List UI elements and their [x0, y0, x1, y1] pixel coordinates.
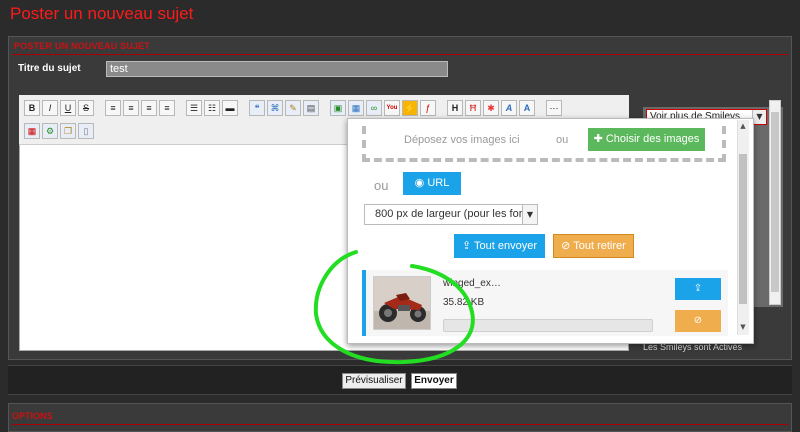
- choose-images-label: Choisir des images: [605, 133, 700, 145]
- preview-button[interactable]: Prévisualiser: [342, 373, 406, 389]
- options-panel: [8, 403, 792, 432]
- image-icon[interactable]: ▣: [330, 100, 346, 116]
- subject-label: Titre du sujet: [18, 63, 81, 74]
- remove-all-label: Tout retirer: [573, 240, 626, 252]
- dropzone-text: Déposez vos images ici: [404, 134, 520, 146]
- ban-icon: ⊘: [561, 240, 574, 252]
- section-divider: [12, 54, 788, 55]
- url-button[interactable]: ◉ URL: [403, 172, 461, 195]
- numbered-list-icon[interactable]: ☷: [204, 100, 220, 116]
- page-title: Poster un nouveau sujet: [10, 4, 194, 23]
- copy-paste-icon[interactable]: ❐: [60, 123, 76, 139]
- link-icon[interactable]: ∞: [366, 100, 382, 116]
- options-divider: [12, 424, 788, 425]
- table-icon[interactable]: Ħ: [465, 100, 481, 116]
- code-icon[interactable]: ⌘: [267, 100, 283, 116]
- gadgets-icon[interactable]: ⚙: [42, 123, 58, 139]
- send-button[interactable]: Envoyer: [411, 373, 457, 389]
- strike-button[interactable]: S: [78, 100, 94, 116]
- ban-icon: ⊘: [693, 315, 703, 326]
- font-icon[interactable]: A: [501, 100, 517, 116]
- chevron-up-icon[interactable]: ▲: [737, 122, 749, 132]
- heading-button[interactable]: H: [447, 100, 463, 116]
- new-doc-icon[interactable]: ▯: [78, 123, 94, 139]
- align-left-icon[interactable]: ≡: [105, 100, 121, 116]
- options-heading: OPTIONS: [12, 411, 53, 421]
- spoiler-icon[interactable]: ✎: [285, 100, 301, 116]
- more-icon[interactable]: ⋯: [546, 100, 562, 116]
- justify-icon[interactable]: ≡: [159, 100, 175, 116]
- chevron-down-icon[interactable]: ▼: [522, 205, 537, 224]
- hide-icon[interactable]: ▤: [303, 100, 319, 116]
- url-label: URL: [427, 177, 450, 189]
- quote-icon[interactable]: ❝: [249, 100, 265, 116]
- globe-icon: ◉: [414, 177, 428, 189]
- host-image-icon[interactable]: ▦: [348, 100, 364, 116]
- upload-file-button[interactable]: ⇪: [675, 278, 721, 300]
- popup-scroll-thumb[interactable]: [739, 154, 747, 304]
- italic-button[interactable]: I: [42, 100, 58, 116]
- dropzone-or: ou: [556, 134, 569, 146]
- subject-input[interactable]: test: [106, 61, 448, 77]
- section-heading: POSTER UN NOUVEAU SUJET: [14, 41, 151, 51]
- font-size-icon[interactable]: A: [519, 100, 535, 116]
- color-icon[interactable]: ✱: [483, 100, 499, 116]
- green-circle-annotation: [313, 250, 475, 365]
- flash-icon[interactable]: ⚡: [402, 100, 418, 116]
- date-icon[interactable]: ▦: [24, 123, 40, 139]
- bold-button[interactable]: B: [24, 100, 40, 116]
- align-center-icon[interactable]: ≡: [123, 100, 139, 116]
- chevron-down-icon[interactable]: ▼: [737, 323, 749, 333]
- chevron-down-icon[interactable]: ▼: [752, 110, 766, 124]
- bulleted-list-icon[interactable]: ☰: [186, 100, 202, 116]
- upload-icon: ⇪: [693, 283, 703, 294]
- plus-icon: ✚: [593, 133, 606, 145]
- horizontal-rule-icon[interactable]: ▬: [222, 100, 238, 116]
- image-size-select[interactable]: 800 px de largeur (pour les for: [364, 204, 538, 225]
- choose-images-button[interactable]: ✚ Choisir des images: [588, 128, 705, 151]
- cancel-file-button[interactable]: ⊘: [675, 310, 721, 332]
- youtube-icon[interactable]: You: [384, 100, 400, 116]
- send-all-label: Tout envoyer: [474, 240, 538, 252]
- smileys-scroll-thumb[interactable]: [771, 112, 779, 292]
- dailymotion-icon[interactable]: ƒ: [420, 100, 436, 116]
- underline-button[interactable]: U: [60, 100, 76, 116]
- remove-all-button[interactable]: ⊘ Tout retirer: [553, 234, 634, 258]
- align-right-icon[interactable]: ≡: [141, 100, 157, 116]
- or-label: ou: [374, 178, 389, 193]
